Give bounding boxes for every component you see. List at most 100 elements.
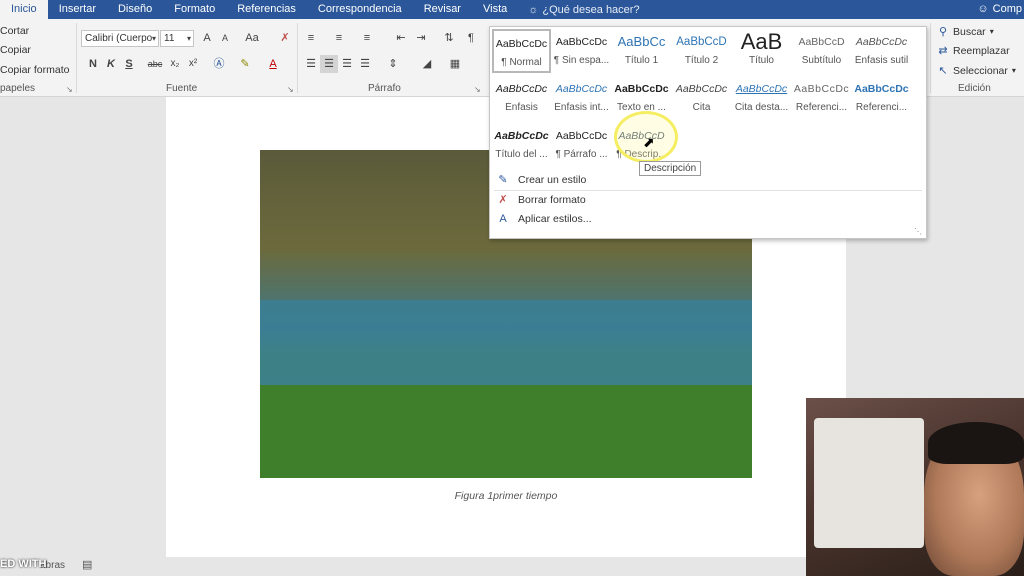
italic-button[interactable]: K [102, 55, 120, 73]
proofing-icon[interactable]: ▤ [82, 558, 92, 571]
align-center-icon[interactable]: ☰ [320, 55, 338, 73]
format-painter-button[interactable]: Copiar formato [0, 64, 69, 76]
clear-formatting-button[interactable]: ✗ Borrar formato [496, 193, 585, 207]
select-button[interactable]: ↖ Seleccionar ▾ [937, 64, 1016, 78]
style-intense-quote[interactable]: AaBbCcDc Cita desta... [732, 76, 791, 120]
style-preview: AaBbCc [617, 34, 666, 49]
underline-button[interactable]: S [120, 55, 138, 73]
font-name-value: Calibri (Cuerpo [85, 33, 153, 44]
bullets-icon[interactable]: ≡ [302, 29, 320, 47]
style-name: Referenci... [795, 102, 848, 113]
create-style-button[interactable]: ✎ Crear un estilo [496, 173, 586, 187]
group-divider [76, 23, 77, 93]
tab-revisar[interactable]: Revisar [413, 0, 472, 19]
resize-grip-icon[interactable]: ⋱ [914, 227, 922, 236]
person-icon: ☺ [977, 3, 989, 15]
font-name-combo[interactable]: Calibri (Cuerpo ▾ [81, 30, 159, 47]
change-case-button[interactable]: Aa [240, 29, 264, 47]
style-name: ¶ Párrafo ... [555, 149, 608, 160]
find-button[interactable]: ⚲ Buscar ▾ [937, 25, 994, 39]
style-subtle-reference[interactable]: AaBbCcDc Referenci... [792, 76, 851, 120]
replace-button[interactable]: ⇄ Reemplazar [937, 44, 1009, 58]
style-name: Cita [692, 102, 711, 113]
font-color-icon[interactable]: A [264, 55, 282, 73]
copy-button[interactable]: Copiar [0, 44, 31, 56]
tab-inicio[interactable]: Inicio [0, 0, 48, 19]
style-quote[interactable]: AaBbCcDc Cita [672, 76, 731, 120]
style-name: Título 2 [684, 55, 719, 66]
style-intense-emphasis[interactable]: AaBbCcDc Énfasis int... [552, 76, 611, 120]
style-preview: AaBbCcDc [675, 83, 728, 95]
bold-button[interactable]: N [84, 55, 102, 73]
style-preview: AaBbCcDc [495, 38, 548, 50]
style-preview: AaBbCcDc [614, 83, 669, 95]
style-preview: AaBbCcD [798, 36, 845, 48]
share-button[interactable]: ☺ Comp [977, 0, 1024, 19]
webcam-hair [928, 422, 1024, 464]
align-left-icon[interactable]: ☰ [302, 55, 320, 73]
tab-referencias[interactable]: Referencias [226, 0, 307, 19]
style-book-title[interactable]: AaBbCcDc Título del ... [492, 123, 551, 167]
shrink-font-button[interactable]: A [216, 29, 234, 47]
style-no-spacing[interactable]: AaBbCcDc ¶ Sin espa... [552, 29, 611, 73]
tab-formato[interactable]: Formato [163, 0, 226, 19]
borders-icon[interactable]: ▦ [446, 55, 464, 73]
subscript-button[interactable]: x₂ [166, 55, 184, 73]
style-preview: AaBbCcDc [555, 130, 608, 142]
new-style-icon: ✎ [498, 174, 508, 186]
chevron-down-icon: ▾ [1011, 66, 1016, 75]
tell-me-box[interactable]: ☼ ¿Qué desea hacer? [518, 4, 639, 16]
numbering-icon[interactable]: ≡ [330, 29, 348, 47]
tab-insertar[interactable]: Insertar [48, 0, 107, 19]
multilevel-list-icon[interactable]: ≡ [358, 29, 376, 47]
style-name: Título [748, 55, 774, 66]
apply-styles-icon: A [499, 213, 507, 225]
clear-formatting-icon[interactable]: ✗ [276, 29, 294, 47]
style-heading-2[interactable]: AaBbCcD Título 2 [672, 29, 731, 73]
align-right-icon[interactable]: ☰ [338, 55, 356, 73]
show-marks-button[interactable]: ¶ [462, 29, 480, 47]
style-name: Título del ... [495, 149, 548, 160]
style-preview: AaBbCcDc [854, 83, 909, 95]
strikethrough-button[interactable]: abc [144, 55, 166, 73]
replace-icon: ⇄ [938, 45, 948, 57]
figure-caption[interactable]: Figura 1primer tiempo [260, 490, 752, 502]
line-spacing-icon[interactable]: ⇕ [384, 55, 402, 73]
style-intense-reference[interactable]: AaBbCcDc Referenci... [852, 76, 911, 120]
style-preview: AaBbCcDc [855, 36, 908, 48]
style-subtitle[interactable]: AaBbCcD Subtítulo [792, 29, 851, 73]
tab-correspondencia[interactable]: Correspondencia [307, 0, 413, 19]
highlight-color-icon[interactable]: ✎ [236, 55, 254, 73]
mouse-pointer-icon: ⬈ [643, 134, 655, 150]
photo-background-band [260, 300, 752, 385]
tab-vista[interactable]: Vista [472, 0, 518, 19]
style-heading-1[interactable]: AaBbCc Título 1 [612, 29, 671, 73]
shading-icon[interactable]: ◢ [418, 55, 436, 73]
webcam-light-area [814, 418, 924, 548]
apply-styles-button[interactable]: A Aplicar estilos... [496, 213, 591, 225]
cursor-arrow-icon: ↖ [938, 65, 948, 77]
increase-indent-icon[interactable]: ⇥ [412, 29, 430, 47]
clipboard-launcher-icon[interactable]: ↘ [66, 85, 73, 94]
style-emphasis[interactable]: AaBbCcDc Énfasis [492, 76, 551, 120]
styles-gallery-dropdown: AaBbCcDc ¶ Normal AaBbCcDc ¶ Sin espa...… [489, 26, 927, 239]
eraser-icon: ✗ [498, 194, 508, 206]
style-preview: AaBbCcDc [793, 83, 850, 95]
style-subtle-emphasis[interactable]: AaBbCcDc Énfasis sutil [852, 29, 911, 73]
font-launcher-icon[interactable]: ↘ [287, 85, 294, 94]
cut-button[interactable]: Cortar [0, 25, 29, 37]
grow-font-button[interactable]: A [198, 29, 216, 47]
style-title[interactable]: AaB Título [732, 29, 791, 73]
tab-diseno[interactable]: Diseño [107, 0, 163, 19]
style-list-paragraph[interactable]: AaBbCcDc ¶ Párrafo ... [552, 123, 611, 167]
style-normal[interactable]: AaBbCcDc ¶ Normal [492, 29, 551, 73]
font-size-combo[interactable]: 11 ▾ [160, 30, 194, 47]
paragraph-launcher-icon[interactable]: ↘ [474, 85, 481, 94]
superscript-button[interactable]: x² [184, 55, 202, 73]
justify-icon[interactable]: ☰ [356, 55, 374, 73]
style-name: Énfasis sutil [854, 55, 909, 66]
sort-icon[interactable]: ⇅ [440, 29, 458, 47]
group-divider [297, 23, 298, 93]
text-effects-icon[interactable]: Ⓐ [210, 55, 228, 73]
decrease-indent-icon[interactable]: ⇤ [392, 29, 410, 47]
